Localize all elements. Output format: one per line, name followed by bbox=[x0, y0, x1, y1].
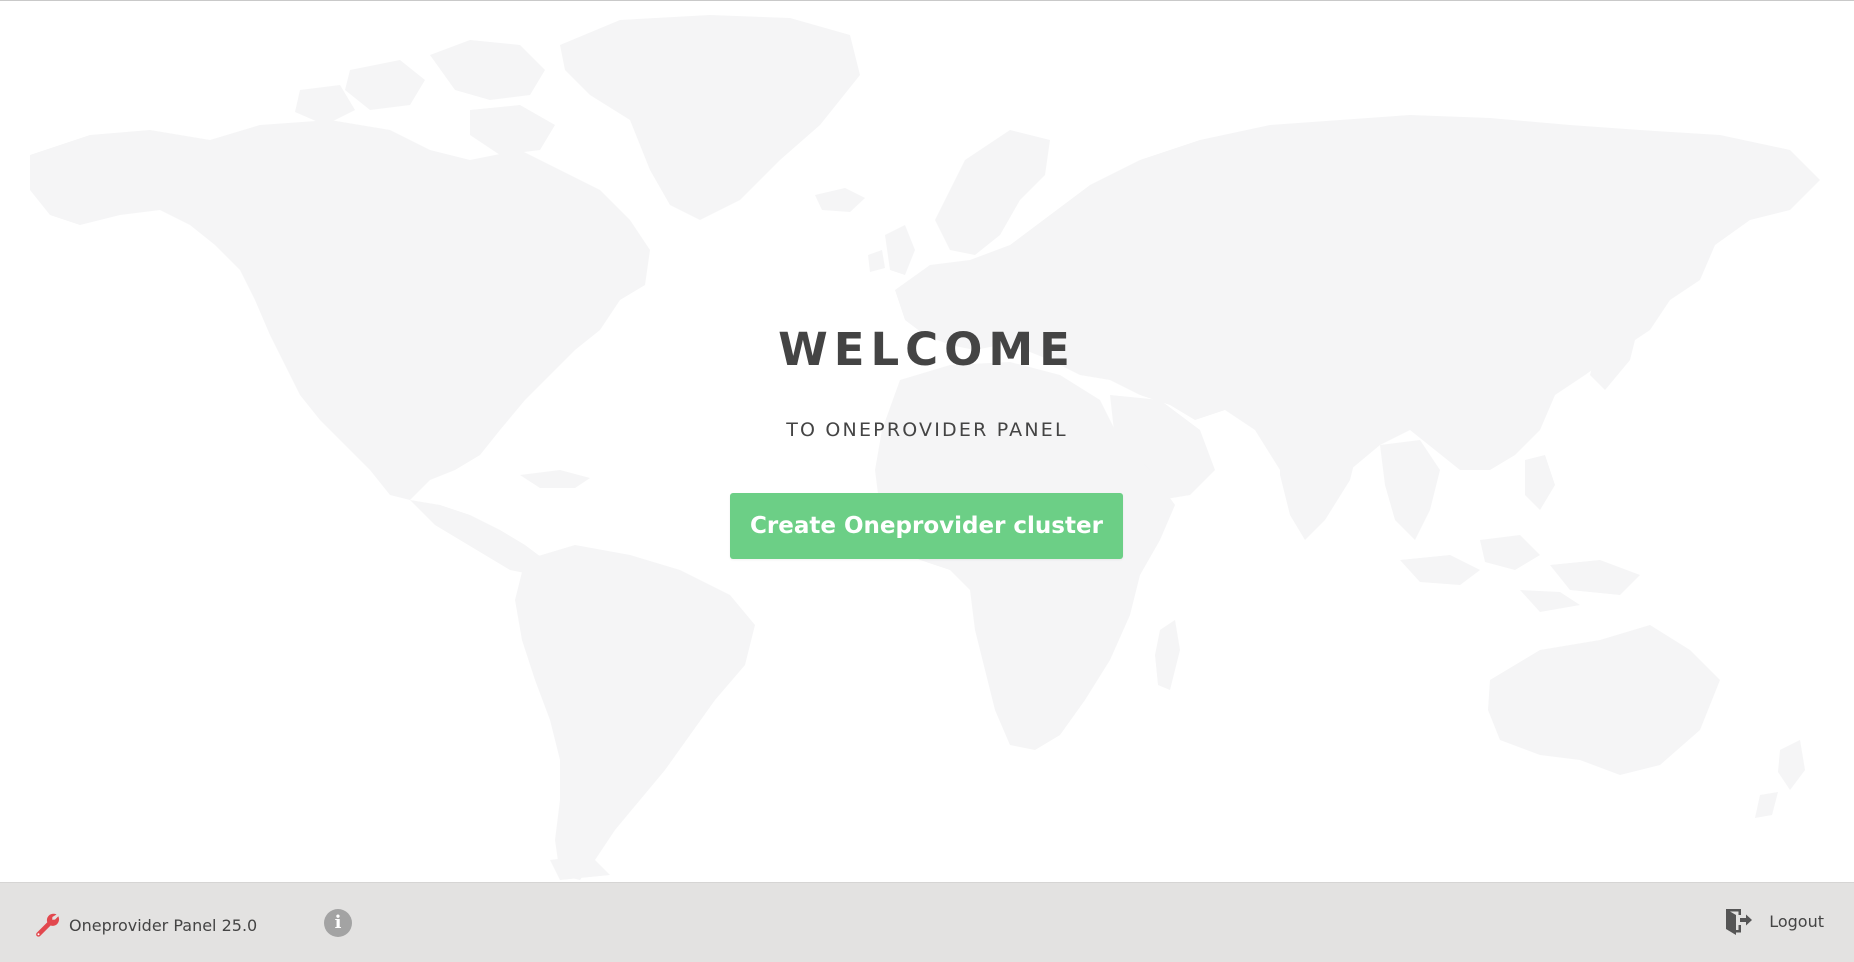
footer-brand: Oneprovider Panel 25.0 bbox=[33, 910, 257, 940]
app-version-label: Oneprovider Panel 25.0 bbox=[69, 915, 258, 935]
info-icon[interactable]: i bbox=[324, 909, 352, 937]
footer: Oneprovider Panel 25.0 bbox=[0, 882, 1854, 962]
wrench-icon bbox=[36, 913, 60, 937]
welcome-subtitle: TO ONEPROVIDER PANEL bbox=[786, 419, 1068, 441]
logout-label: Logout bbox=[1769, 911, 1824, 931]
page: WELCOME TO ONEPROVIDER PANEL Create Onep… bbox=[0, 0, 1854, 962]
logout-icon bbox=[1726, 909, 1753, 935]
logout-button[interactable]: Logout bbox=[1723, 904, 1824, 938]
welcome-title: WELCOME bbox=[778, 323, 1076, 376]
create-cluster-button[interactable]: Create Oneprovider cluster bbox=[730, 493, 1123, 559]
welcome-block: WELCOME TO ONEPROVIDER PANEL bbox=[0, 318, 1854, 444]
